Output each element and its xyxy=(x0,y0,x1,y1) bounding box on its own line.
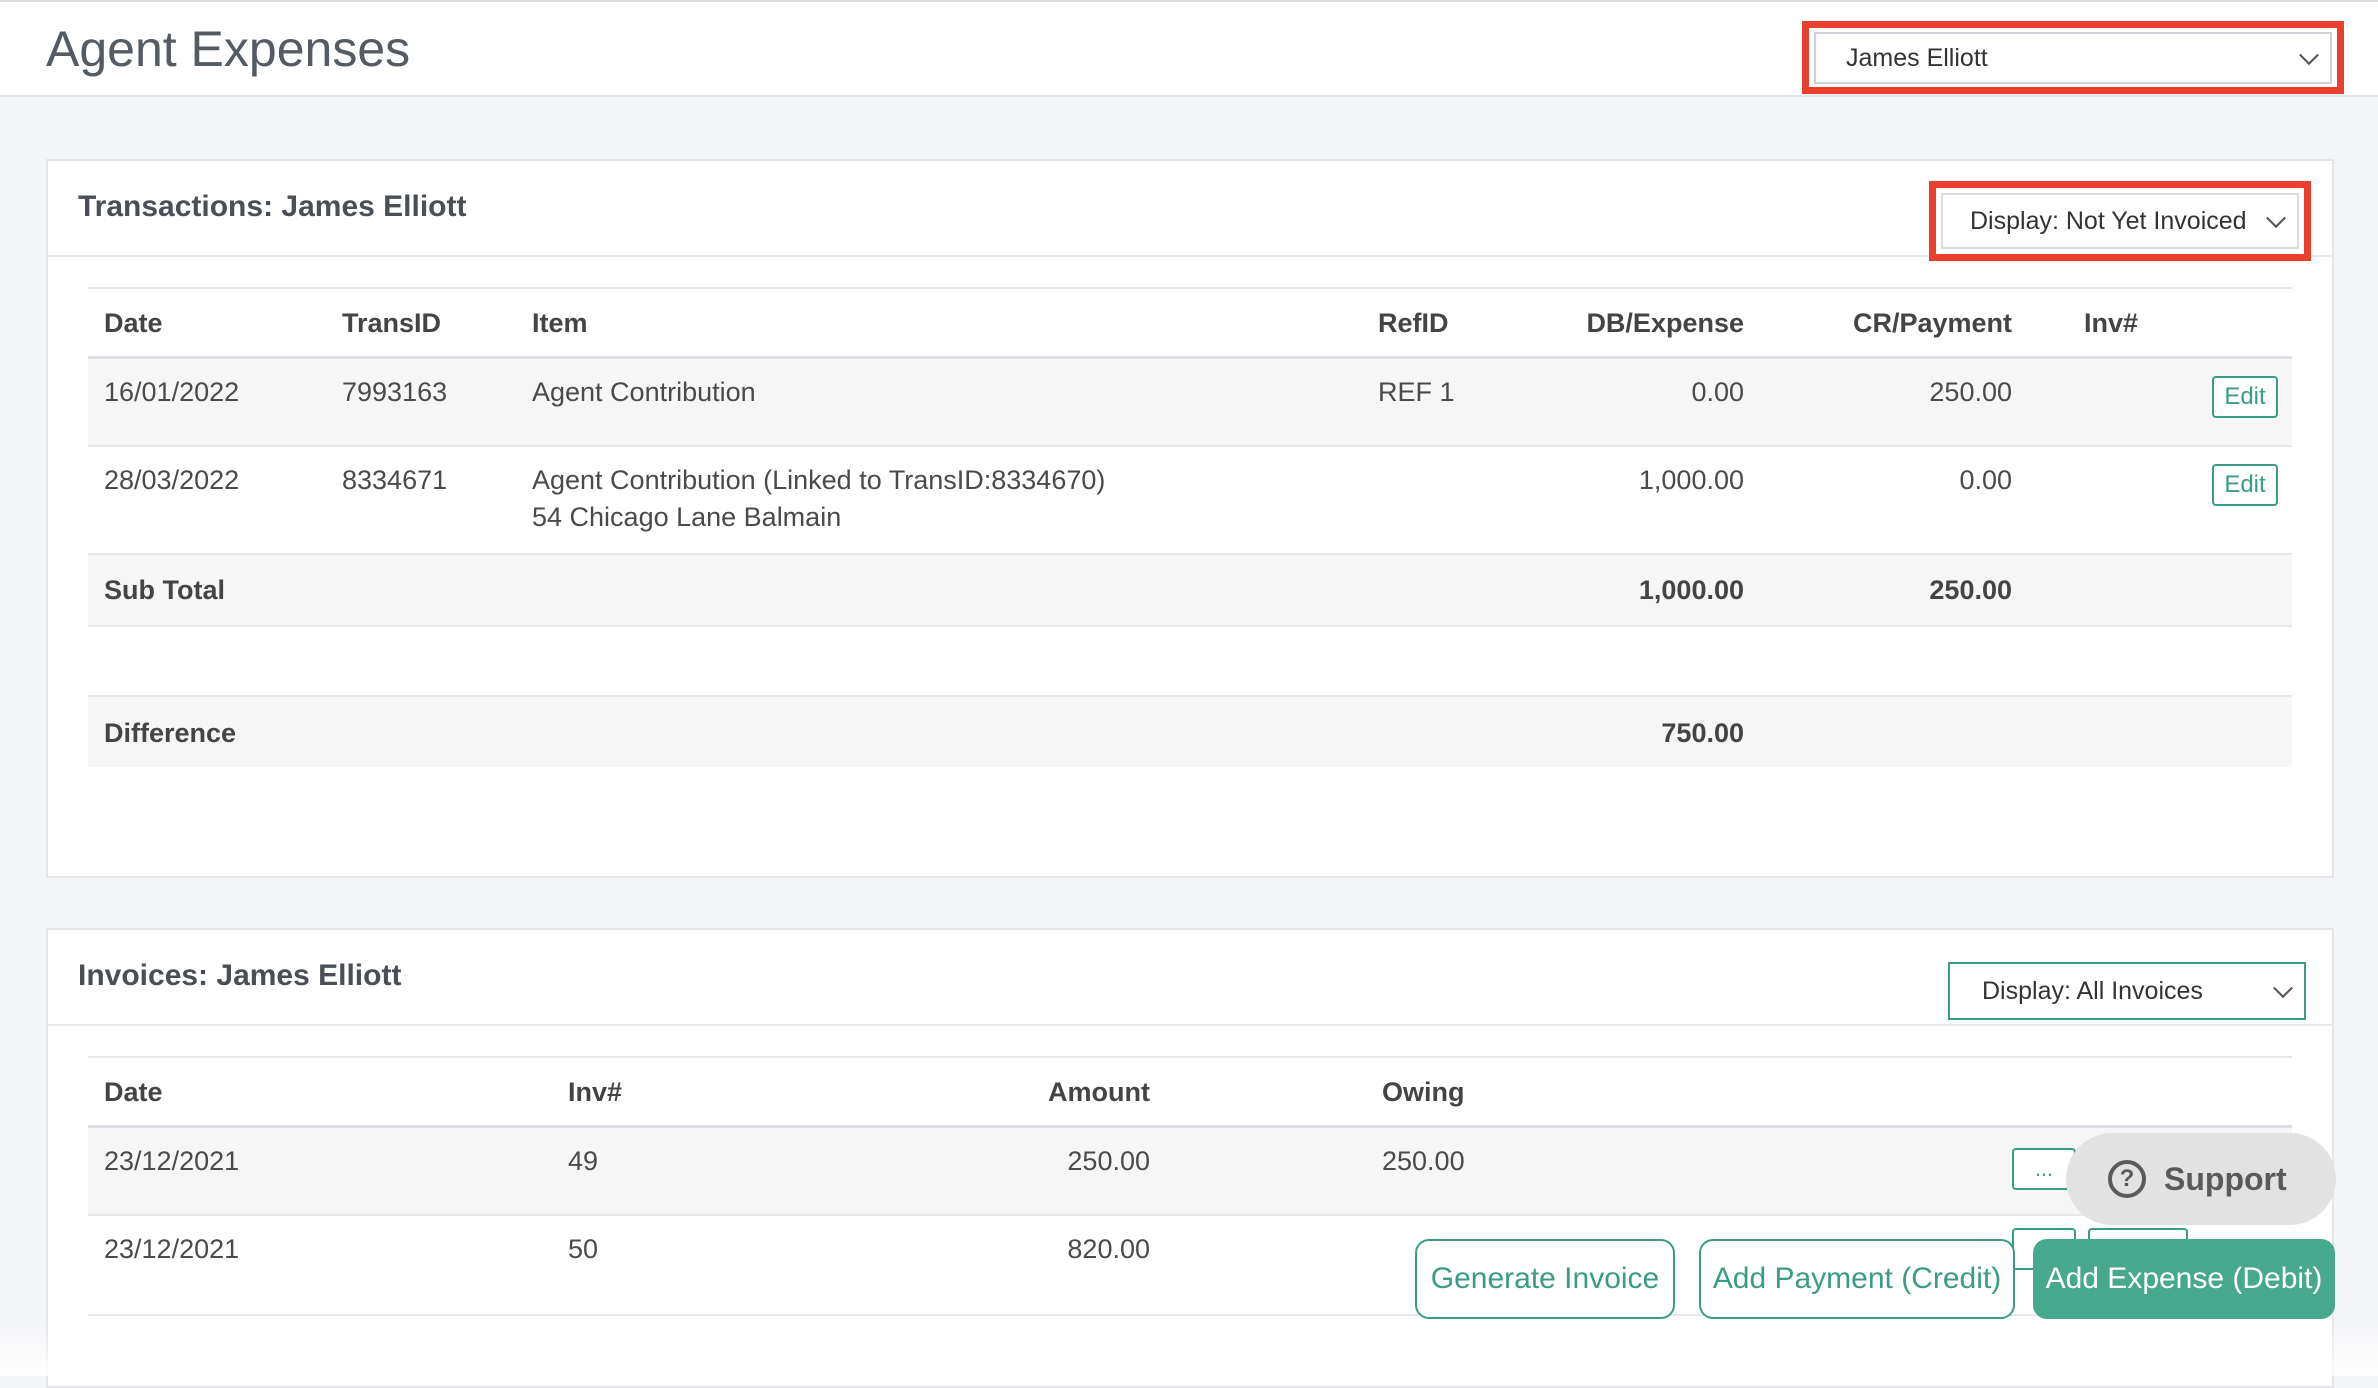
row-date: 28/03/2022 xyxy=(104,465,240,495)
table-row: 23/12/2021 49 250.00 250.00 ... xyxy=(88,1128,2292,1216)
transactions-display-select[interactable]: Display: Not Yet Invoiced xyxy=(1941,193,2299,249)
edit-button[interactable]: Edit xyxy=(2212,376,2278,418)
col-amount: Amount xyxy=(1048,1077,1150,1107)
col-refid: RefID xyxy=(1378,308,1449,338)
row-inv: 50 xyxy=(568,1234,599,1264)
invoices-select-value: Display: All Invoices xyxy=(1982,976,2203,1005)
agent-select-value: James Elliott xyxy=(1846,43,1988,72)
col-inv: Inv# xyxy=(2084,308,2139,338)
col-db-expense: DB/Expense xyxy=(1586,308,1744,338)
row-item: Agent Contribution (Linked to TransID:83… xyxy=(532,465,1106,495)
col-item: Item xyxy=(532,308,588,338)
difference-label: Difference xyxy=(104,718,237,748)
row-date: 23/12/2021 xyxy=(104,1234,240,1264)
row-amount: 250.00 xyxy=(1067,1146,1150,1176)
difference-db: 750.00 xyxy=(1661,718,1744,748)
invoices-display-select[interactable]: Display: All Invoices xyxy=(1948,962,2306,1020)
row-owing: 250.00 xyxy=(1382,1146,1465,1176)
col-owing: Owing xyxy=(1382,1077,1465,1107)
row-item: Agent Contribution xyxy=(532,377,756,407)
invoices-title: Invoices: James Elliott xyxy=(78,959,402,992)
transactions-title: Transactions: James Elliott xyxy=(78,190,467,223)
col-cr-payment: CR/Payment xyxy=(1852,308,2012,338)
row-cr: 0.00 xyxy=(1959,465,2012,495)
table-header-row: Date TransID Item RefID DB/Expense CR/Pa… xyxy=(88,287,2292,359)
agent-select[interactable]: James Elliott xyxy=(1814,32,2332,84)
add-expense-button[interactable]: Add Expense (Debit) xyxy=(2033,1239,2335,1319)
page-title: Agent Expenses xyxy=(46,21,411,77)
bottom-fade xyxy=(0,1320,2378,1376)
row-cr: 250.00 xyxy=(1929,377,2012,407)
add-payment-button[interactable]: Add Payment (Credit) xyxy=(1699,1239,2015,1319)
invoices-panel: Invoices: James Elliott Display: All Inv… xyxy=(46,928,2334,1388)
row-db: 1,000.00 xyxy=(1638,465,1744,495)
row-date: 23/12/2021 xyxy=(104,1146,240,1176)
subtotal-db: 1,000.00 xyxy=(1638,575,1744,605)
row-refid: REF 1 xyxy=(1378,377,1455,407)
table-header-row: Date Inv# Amount Owing xyxy=(88,1056,2292,1128)
subtotal-label: Sub Total xyxy=(104,575,225,605)
display-select-value: Display: Not Yet Invoiced xyxy=(1970,206,2247,235)
row-date: 16/01/2022 xyxy=(104,377,240,407)
subtotal-row: Sub Total 1,000.00 250.00 xyxy=(88,555,2292,627)
subtotal-cr: 250.00 xyxy=(1929,575,2012,605)
col-inv: Inv# xyxy=(568,1077,623,1107)
row-amount: 820.00 xyxy=(1067,1234,1150,1264)
question-circle-icon: ? xyxy=(2108,1160,2146,1198)
col-date: Date xyxy=(104,1077,163,1107)
chevron-down-icon xyxy=(2273,978,2293,999)
col-transid: TransID xyxy=(342,308,442,338)
chevron-down-icon xyxy=(2266,208,2286,229)
chevron-down-icon xyxy=(2299,45,2319,66)
table-row: 28/03/2022 8334671 Agent Contribution (L… xyxy=(88,447,2292,555)
col-date: Date xyxy=(104,308,163,338)
support-button[interactable]: ? Support xyxy=(2066,1133,2336,1225)
row-item-address: 54 Chicago Lane Balmain xyxy=(532,502,842,532)
support-label: Support xyxy=(2164,1160,2287,1197)
row-db: 0.00 xyxy=(1691,377,1744,407)
generate-invoice-button[interactable]: Generate Invoice xyxy=(1415,1239,1675,1319)
table-row: 16/01/2022 7993163 Agent Contribution RE… xyxy=(88,359,2292,447)
spacer-row xyxy=(88,627,2292,697)
row-transid: 8334671 xyxy=(342,465,448,495)
difference-row: Difference 750.00 xyxy=(88,697,2292,767)
row-transid: 7993163 xyxy=(342,377,448,407)
transactions-panel: Transactions: James Elliott Date TransID… xyxy=(46,159,2334,878)
row-inv: 49 xyxy=(568,1146,599,1176)
edit-button[interactable]: Edit xyxy=(2212,464,2278,506)
